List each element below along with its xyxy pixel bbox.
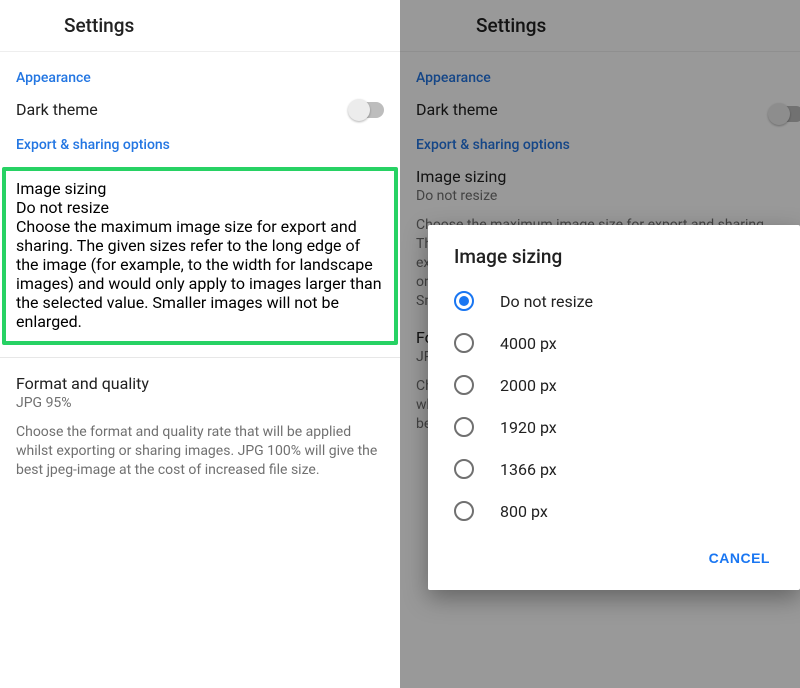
option-2000px[interactable]: 2000 px xyxy=(432,364,796,406)
image-sizing-value: Do not resize xyxy=(16,198,384,217)
section-appearance-label: Appearance xyxy=(416,70,784,86)
section-export-label: Export & sharing options xyxy=(16,137,384,153)
option-label: 1920 px xyxy=(500,418,557,437)
format-quality-desc: Choose the format and quality rate that … xyxy=(16,423,384,480)
option-4000px[interactable]: 4000 px xyxy=(432,322,796,364)
option-do-not-resize[interactable]: Do not resize xyxy=(432,280,796,322)
option-1366px[interactable]: 1366 px xyxy=(432,448,796,490)
cancel-button[interactable]: CANCEL xyxy=(701,544,778,572)
section-export-label: Export & sharing options xyxy=(416,137,784,153)
radio-icon xyxy=(454,375,474,395)
format-quality-title: Format and quality xyxy=(16,374,384,393)
image-sizing-dialog: Image sizing Do not resize 4000 px 2000 … xyxy=(428,225,800,590)
option-label: 2000 px xyxy=(500,376,557,395)
section-appearance-label: Appearance xyxy=(16,70,384,86)
dark-theme-toggle[interactable] xyxy=(770,106,800,122)
dark-theme-row[interactable]: Dark theme xyxy=(416,100,784,119)
dark-theme-row[interactable]: Dark theme xyxy=(16,100,384,119)
option-800px[interactable]: 800 px xyxy=(432,490,796,532)
settings-panel-left: Settings Appearance Dark theme Export & … xyxy=(0,0,400,688)
option-1920px[interactable]: 1920 px xyxy=(432,406,796,448)
image-sizing-title: Image sizing xyxy=(416,167,784,186)
image-sizing-desc: Choose the maximum image size for export… xyxy=(16,217,384,331)
dialog-title: Image sizing xyxy=(432,245,796,280)
image-sizing-title: Image sizing xyxy=(16,179,384,198)
format-quality-value: JPG 95% xyxy=(16,395,384,411)
dark-theme-label: Dark theme xyxy=(16,100,98,119)
radio-icon xyxy=(454,417,474,437)
image-sizing-setting[interactable]: Image sizing Do not resize Choose the ma… xyxy=(2,167,398,345)
radio-icon xyxy=(454,291,474,311)
option-label: 4000 px xyxy=(500,334,557,353)
format-quality-setting[interactable]: Format and quality JPG 95% Choose the fo… xyxy=(16,374,384,480)
radio-icon xyxy=(454,459,474,479)
option-label: 800 px xyxy=(500,502,548,521)
divider xyxy=(0,357,400,358)
radio-icon xyxy=(454,501,474,521)
page-title: Settings xyxy=(400,0,800,52)
dark-theme-label: Dark theme xyxy=(416,100,498,119)
page-title: Settings xyxy=(0,0,400,52)
dark-theme-toggle[interactable] xyxy=(350,102,384,118)
option-label: 1366 px xyxy=(500,460,557,479)
radio-icon xyxy=(454,333,474,353)
option-label: Do not resize xyxy=(500,292,593,311)
image-sizing-value: Do not resize xyxy=(416,188,784,204)
